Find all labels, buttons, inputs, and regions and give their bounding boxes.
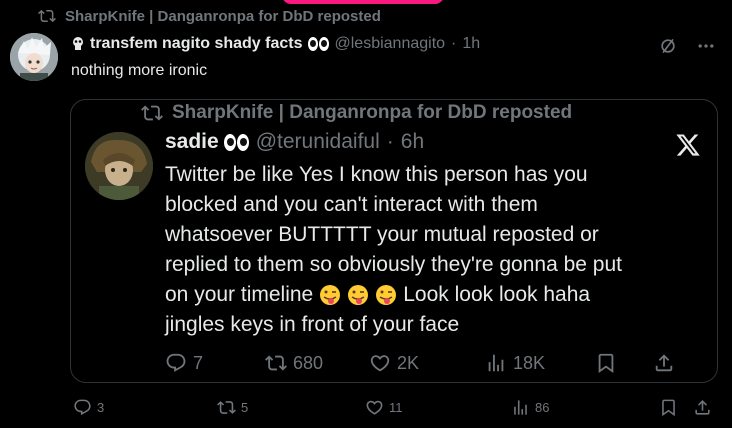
quote-views-count: 18K (513, 352, 546, 373)
eyes-emoji (223, 133, 249, 151)
quote-text-fragment: on your timeline (165, 283, 314, 306)
winking-tongue-emoji (347, 284, 369, 306)
share-icon (695, 400, 710, 415)
heart-icon (366, 400, 383, 415)
post-header: transfem nagito shady facts @lesbiannagi… (71, 35, 480, 53)
repost-banner: SharpKnife | Danganronpa for DbD reposte… (38, 7, 381, 25)
quote-text-line: Twitter be like Yes I know this person h… (165, 163, 588, 186)
post-text: nothing more ironic (71, 62, 208, 79)
quote-share-button[interactable] (653, 352, 675, 374)
pink-tab-decoration (282, 0, 444, 4)
quote-display-name-text: sadie (165, 130, 219, 153)
heart-icon (370, 355, 390, 372)
share-button[interactable] (693, 398, 712, 417)
post-action-bar: 3 5 11 86 (71, 398, 721, 420)
quote-like-count: 2K (397, 352, 420, 373)
quote-text-line: blocked and you can't interact with them (165, 193, 538, 216)
quote-repost-count: 680 (293, 352, 324, 373)
quote-text-line: whatsoever BUTTTTT your mutual reposted … (165, 223, 599, 246)
quote-repost-button[interactable]: 680 (265, 352, 323, 374)
repost-button[interactable]: 5 (217, 398, 248, 417)
quote-separator: · (386, 130, 394, 153)
eyes-emoji (307, 37, 329, 51)
views-icon (514, 400, 527, 415)
quote-views-button[interactable]: 18K (485, 352, 545, 374)
avatar[interactable] (10, 33, 58, 81)
quote-timestamp[interactable]: 6h (401, 130, 424, 154)
repost-icon (265, 355, 287, 371)
timestamp[interactable]: 1h (462, 35, 480, 53)
repost-icon (141, 105, 163, 121)
quote-text-line-emoji: on your timeline Look look look haha (165, 280, 685, 310)
reply-icon (166, 353, 186, 372)
quote-action-bar: 7 680 2K 18K (165, 352, 685, 378)
winking-tongue-emoji (319, 284, 341, 306)
repost-banner-label[interactable]: SharpKnife | Danganronpa for DbD reposte… (65, 8, 381, 25)
share-icon (655, 354, 673, 372)
bookmark-icon (598, 353, 614, 374)
display-name[interactable]: transfem nagito shady facts (71, 35, 329, 53)
quote-text: Twitter be like Yes I know this person h… (165, 160, 685, 340)
winking-tongue-emoji (375, 284, 397, 306)
reply-count: 3 (97, 400, 105, 415)
repost-icon (217, 401, 236, 414)
quote-repost-label[interactable]: SharpKnife | Danganronpa for DbD reposte… (172, 102, 572, 124)
display-name-text: transfem nagito shady facts (90, 35, 303, 52)
views-count: 86 (535, 400, 550, 415)
reply-button[interactable]: 3 (73, 398, 104, 417)
x-logo-icon[interactable] (675, 132, 701, 158)
like-count: 11 (389, 400, 403, 415)
quote-bookmark-button[interactable] (595, 352, 617, 374)
bookmark-button[interactable] (659, 398, 678, 417)
skull-flag-emoji (73, 37, 83, 50)
quote-header: sadie @terunidaiful · 6h (165, 130, 424, 154)
quote-handle[interactable]: @terunidaiful (256, 130, 380, 154)
quote-like-button[interactable]: 2K (369, 352, 419, 374)
quote-text-line: jingles keys in front of your face (165, 313, 460, 336)
more-icon[interactable] (696, 36, 716, 56)
quote-avatar[interactable] (85, 132, 153, 200)
reply-icon (74, 399, 91, 416)
quoted-post[interactable]: SharpKnife | Danganronpa for DbD reposte… (70, 99, 718, 383)
quote-repost-banner: SharpKnife | Danganronpa for DbD reposte… (141, 102, 572, 124)
bookmark-icon (662, 399, 675, 417)
like-button[interactable]: 11 (365, 398, 403, 417)
quote-text-line: replied to them so obviously they're gon… (165, 253, 622, 276)
views-icon (488, 354, 504, 372)
repost-icon (38, 9, 56, 23)
quote-display-name[interactable]: sadie (165, 130, 249, 154)
separator: · (451, 35, 457, 52)
top-actions (658, 36, 716, 56)
views-button[interactable]: 86 (511, 398, 549, 417)
quote-reply-button[interactable]: 7 (165, 352, 203, 374)
quote-text-fragment: Look look look haha (403, 283, 591, 306)
handle[interactable]: @lesbiannagito (335, 35, 446, 53)
repost-count: 5 (241, 400, 249, 415)
quote-reply-count: 7 (193, 352, 204, 373)
slash-circle-icon[interactable] (658, 36, 678, 56)
